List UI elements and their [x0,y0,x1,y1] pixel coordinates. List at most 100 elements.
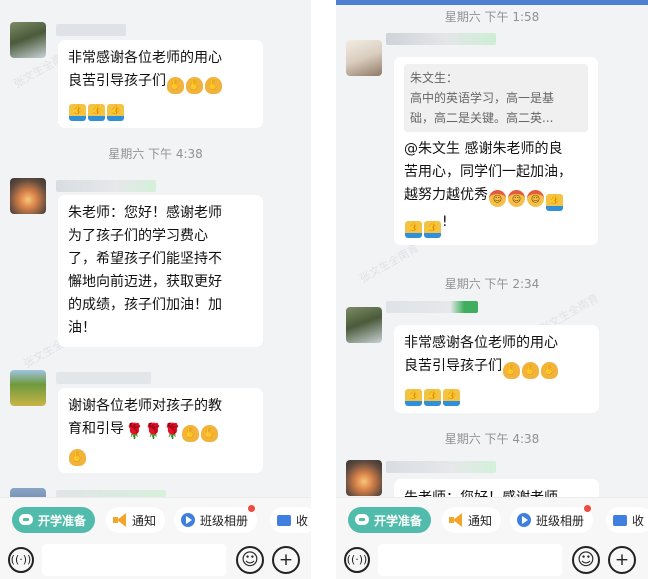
message-text: 越努力越优秀 [404,187,488,203]
thumbs-up-emoji-icon: 👍 [88,104,105,121]
sender-name-redacted [386,33,496,45]
thumbs-up-emoji-icon: 👍 [69,104,86,121]
pray-emoji-icon: ✋ [186,77,203,94]
chat-bubble-icon [18,512,34,528]
megaphone-icon [112,512,128,528]
message-text: 育和引导 [68,421,124,437]
favorites-button[interactable]: 收 [270,507,311,533]
avatar[interactable] [346,40,382,76]
pray-emoji-icon: ✋ [541,362,558,379]
timestamp: 星期六 下午 2:34 [444,277,540,291]
message-text: 油！ [68,320,96,336]
right-chat-screen: 张文生全南育 张文生全南育 张文生全南育 星期六 下午 1:58 朱文生： 高中… [336,0,648,579]
folder-icon [276,512,292,528]
message-bubble[interactable]: 朱老师：您好！感谢老师 为了孩子们的学习费心 了，希望孩子们能坚持不 懈地向前迈… [58,195,263,347]
message-text: 朱老师：您好！感谢老师 [404,487,589,497]
sender-name-redacted [56,372,151,384]
smiley-icon[interactable]: ☺ [572,546,600,574]
message-bubble[interactable]: 非常感谢各位老师的用心 良苦引导孩子们 ✋ ✋ ✋ 👍 👍 👍 [58,40,263,128]
smiley-icon[interactable]: ☺ [236,546,264,574]
album-icon [180,512,196,528]
class-album-button[interactable]: 班级相册 [510,505,594,533]
quick-action-bar: 开学准备 通知 班级相册 收 [0,497,311,539]
avatar[interactable] [10,22,46,58]
message-text: @朱文生 感谢朱老师的良 [404,141,563,157]
quote-author: 朱文生： [410,71,459,85]
message-list[interactable]: 张文生全南育 张文生全南育 张文生全南育 非常感谢各位老师的用心 良苦引导孩子们… [0,0,311,497]
message-input[interactable] [42,544,226,576]
pray-emoji-icon: ✋ [205,77,222,94]
voice-icon[interactable]: ((·)) [344,547,370,573]
rose-emoji-icon: 🌹 [144,422,163,440]
input-bar: ((·)) ☺ + [0,539,311,579]
start-school-prep-button[interactable]: 开学准备 [12,507,96,533]
avatar[interactable] [10,488,46,497]
celebration-face-emoji-icon: ☺ [508,190,525,207]
message-text: 为了孩子们的学习费心 [68,228,208,244]
plus-icon[interactable]: + [272,546,300,574]
pray-emoji-icon: ✋ [69,449,86,466]
message-list[interactable]: 张文生全南育 张文生全南育 张文生全南育 星期六 下午 1:58 朱文生： 高中… [336,5,648,497]
pray-emoji-icon: ✋ [522,362,539,379]
notice-button[interactable]: 通知 [442,507,502,533]
pray-emoji-icon: ✋ [182,425,199,442]
message-text: 非常感谢各位老师的用心 [68,50,222,66]
avatar[interactable] [10,178,46,214]
favorites-button[interactable]: 收 [606,507,648,533]
timestamp: 星期六 下午 4:38 [444,432,540,446]
avatar[interactable] [346,460,382,496]
sender-name-redacted [56,180,156,192]
pray-emoji-icon: ✋ [201,425,218,442]
message-bubble[interactable]: 朱老师：您好！感谢老师 [394,479,599,497]
message-text: 朱老师：您好！感谢老师 [68,205,222,221]
notification-dot [584,505,592,512]
message-text: 非常感谢各位老师的用心 [404,335,558,351]
sender-name-redacted [56,490,166,497]
sender-name-redacted [386,461,496,473]
left-chat-screen: 张文生全南育 张文生全南育 张文生全南育 非常感谢各位老师的用心 良苦引导孩子们… [0,0,311,579]
voice-icon[interactable]: ((·)) [8,547,34,573]
sender-name-redacted [386,301,478,313]
thumbs-up-emoji-icon: 👍 [443,389,460,406]
notice-label: 通知 [468,513,493,528]
message-input[interactable] [378,544,562,576]
thumbs-up-emoji-icon: 👍 [107,104,124,121]
timestamp: 星期六 下午 4:38 [108,147,203,161]
thumbs-up-emoji-icon: 👍 [405,221,422,238]
message-bubble[interactable]: 非常感谢各位老师的用心 良苦引导孩子们 ✋ ✋ ✋ 👍 👍 👍 [394,325,599,413]
start-school-prep-button[interactable]: 开学准备 [348,507,432,533]
notice-button[interactable]: 通知 [106,507,166,533]
thumbs-up-emoji-icon: 👍 [405,389,422,406]
input-bar: ((·)) ☺ + [336,539,648,579]
class-album-button[interactable]: 班级相册 [174,505,258,533]
quoted-message[interactable]: 朱文生： 高中的英语学习，高一是基 础，高二是关键。高二英... [404,64,588,132]
rose-emoji-icon: 🌹 [125,422,144,440]
thumbs-up-emoji-icon: 👍 [424,221,441,238]
message-text: 良苦引导孩子们 [68,73,166,89]
plus-icon[interactable]: + [608,546,636,574]
notice-label: 通知 [132,513,157,528]
message-text: 了，希望孩子们能坚持不 [68,251,222,267]
rose-emoji-icon: 🌹 [163,422,182,440]
favorites-label: 收 [296,513,309,528]
message-text: 的成绩，孩子们加油！加 [68,297,222,313]
sender-name-redacted [56,24,126,36]
folder-icon [612,512,628,528]
timestamp: 星期六 下午 1:58 [444,10,540,24]
class-album-label: 班级相册 [536,513,585,528]
thumbs-up-emoji-icon: 👍 [546,194,563,211]
class-album-label: 班级相册 [200,513,249,528]
chat-bubble-icon [354,512,370,528]
album-icon [516,512,532,528]
avatar[interactable] [346,307,382,343]
quote-text: 础，高二是关键。高二英... [410,111,554,125]
message-text: 懈地向前迈进，获取更好 [68,274,222,290]
avatar[interactable] [10,370,46,406]
message-text: 谢谢各位老师对孩子的教 [68,398,222,414]
start-school-prep-label: 开学准备 [374,513,423,528]
pray-emoji-icon: ✋ [167,77,184,94]
start-school-prep-label: 开学准备 [38,513,87,528]
message-bubble[interactable]: 朱文生： 高中的英语学习，高一是基 础，高二是关键。高二英... @朱文生 感谢… [394,57,598,245]
message-bubble[interactable]: 谢谢各位老师对孩子的教 育和引导🌹🌹🌹 ✋ ✋ ✋ [58,388,263,473]
celebration-face-emoji-icon: ☺ [527,190,544,207]
